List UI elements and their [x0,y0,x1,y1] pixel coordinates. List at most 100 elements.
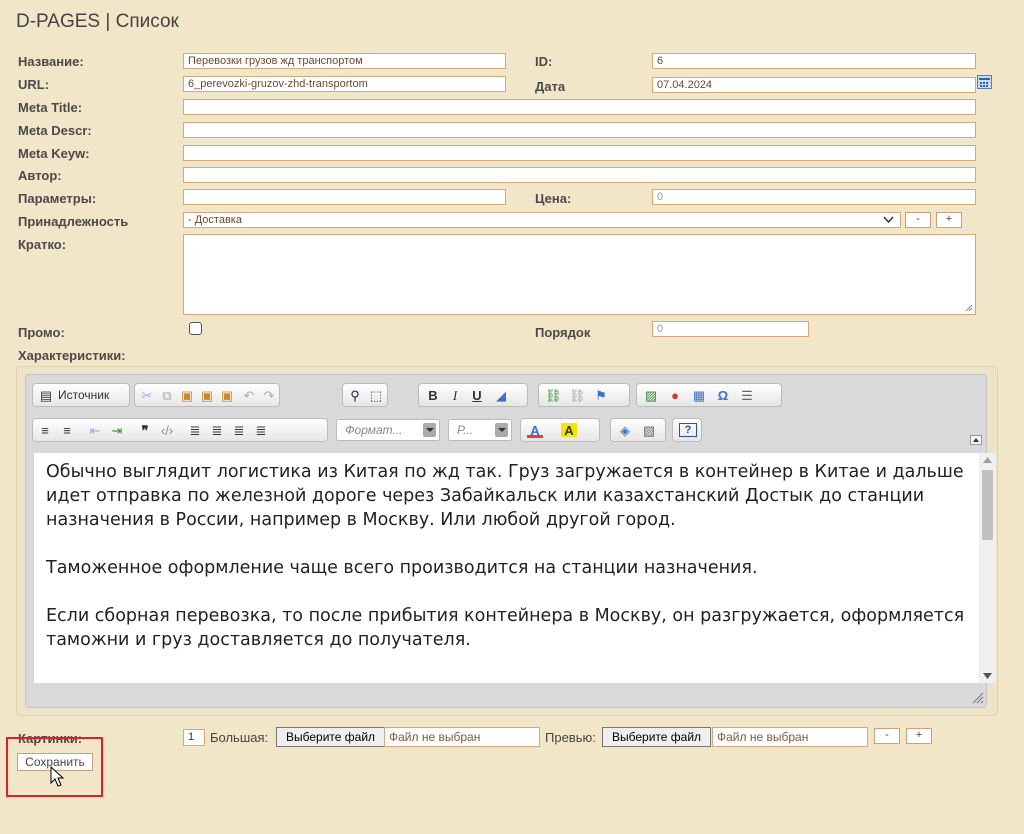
preview-choose-file-button[interactable]: Выберите файл [602,727,712,747]
bold-icon[interactable]: B [425,388,441,404]
special-char-icon[interactable]: Ω [715,388,731,404]
content-paragraph: Таможенное оформление чаще всего произво… [46,558,758,578]
meta-descr-label: Meta Descr: [18,123,92,138]
content-paragraph: Обычно выглядит логистика из Китая по жд… [46,462,964,530]
short-label: Кратко: [18,237,67,252]
unlink-icon[interactable]: ⛓ [569,388,586,404]
font-size-placeholder: Р... [457,423,474,437]
editor-frame: ▤ Источник ✂ ⧉ ▣ ▣ ▣ ↶ ↷ ⚲ ⬚ B I U ◢ ⛓ ⛓… [25,374,996,708]
editor-scrollbar[interactable] [979,453,996,683]
calendar-icon[interactable] [977,75,992,89]
belong-label: Принадлежность [18,214,129,229]
remove-format-icon[interactable]: ◢ [493,388,509,404]
name-input[interactable]: Перевозки грузов жд транспортом [183,53,506,69]
source-button[interactable]: ▤ Источник [32,383,130,407]
source-icon: ▤ [39,388,53,403]
content-paragraph: Если сборная перевозка, то после прибыти… [46,606,965,650]
text-color-icon[interactable]: A [527,423,543,438]
scroll-up-icon[interactable] [983,457,992,463]
format-dropdown-icon [423,423,436,437]
short-textarea[interactable] [183,234,976,315]
meta-descr-input[interactable] [183,122,976,138]
params-input[interactable] [183,189,506,205]
page-break-icon[interactable]: ☰ [739,388,755,404]
page-title: D-PAGES | Список [16,11,179,32]
paragraph-group: ≡ ≡ ⇤ ⇥ ❞ ‹/› ≣ ≣ ≣ ≣ [32,418,328,442]
belong-value: - Доставка [188,214,242,226]
link-icon[interactable]: ⛓ [545,388,562,404]
tools-group: ◈ ▧ [610,418,666,442]
editor-content[interactable]: Обычно выглядит логистика из Китая по жд… [34,453,979,683]
maximize-icon[interactable]: ◈ [617,423,633,439]
scrollbar-thumb[interactable] [982,470,993,540]
div-container-icon[interactable]: ‹/› [159,423,175,439]
url-input[interactable]: 6_perevozki-gruzov-zhd-transportom [183,76,506,92]
select-all-icon[interactable]: ⬚ [368,388,384,404]
insert-group: ▨ ● ▦ Ω ☰ [636,383,782,407]
format-combo[interactable]: Формат... [336,419,440,441]
scroll-down-icon[interactable] [983,673,992,679]
collapse-toolbar-icon[interactable] [970,435,982,445]
editor-resize-icon[interactable] [972,692,984,704]
table-icon[interactable]: ▦ [691,388,707,404]
align-center-icon[interactable]: ≣ [209,423,225,439]
belong-select[interactable]: - Доставка [183,212,901,228]
params-label: Параметры: [18,191,97,206]
order-input[interactable]: 0 [652,321,809,337]
basic-style-group: B I U ◢ [418,383,528,407]
meta-keyw-input[interactable] [183,145,976,161]
url-label: URL: [18,77,50,92]
paste-text-icon[interactable]: ▣ [199,388,215,404]
images-count-input[interactable]: 1 [183,729,205,746]
color-group: A A [520,418,600,442]
underline-icon[interactable]: U [469,388,485,404]
large-image-label: Большая: [210,730,269,745]
find-icon[interactable]: ⚲ [347,388,363,404]
belong-plus-button[interactable]: + [936,212,962,228]
anchor-icon[interactable]: ⚑ [593,388,609,404]
help-icon[interactable]: ? [679,423,697,437]
outdent-icon[interactable]: ⇤ [87,423,103,439]
paste-icon[interactable]: ▣ [179,388,195,404]
cut-icon[interactable]: ✂ [139,388,155,404]
clipboard-group: ✂ ⧉ ▣ ▣ ▣ ↶ ↷ [134,383,280,407]
font-size-dropdown-icon [495,423,508,437]
resize-handle-icon [965,304,973,312]
belong-minus-button[interactable]: - [905,212,931,228]
undo-icon[interactable]: ↶ [241,388,257,404]
meta-keyw-label: Meta Keyw: [18,146,90,161]
flash-icon[interactable]: ● [667,388,683,404]
large-choose-file-button[interactable]: Выберите файл [276,727,386,747]
promo-checkbox[interactable] [189,322,202,335]
author-input[interactable] [183,167,976,183]
id-input[interactable]: 6 [652,53,976,69]
redo-icon[interactable]: ↷ [261,388,277,404]
order-label: Порядок [535,325,591,340]
promo-label: Промо: [18,325,65,340]
images-minus-button[interactable]: - [874,728,900,744]
numbered-list-icon[interactable]: ≡ [37,423,53,439]
italic-icon[interactable]: I [447,388,463,404]
indent-icon[interactable]: ⇥ [109,423,125,439]
font-size-combo[interactable]: Р... [448,419,512,441]
bulleted-list-icon[interactable]: ≡ [59,423,75,439]
preview-image-label: Превью: [545,730,596,745]
images-plus-button[interactable]: + [906,728,932,744]
align-left-icon[interactable]: ≣ [187,423,203,439]
paste-word-icon[interactable]: ▣ [219,388,235,404]
copy-icon[interactable]: ⧉ [159,388,175,404]
preview-file-name: Файл не выбран [712,727,868,747]
price-input[interactable]: 0 [652,189,976,205]
align-right-icon[interactable]: ≣ [231,423,247,439]
date-input[interactable]: 07.04.2024 [652,77,976,93]
link-group: ⛓ ⛓ ⚑ [538,383,630,407]
justify-icon[interactable]: ≣ [253,423,269,439]
image-icon[interactable]: ▨ [643,388,659,404]
id-label: ID: [535,54,553,69]
show-blocks-icon[interactable]: ▧ [641,423,657,439]
meta-title-input[interactable] [183,99,976,115]
date-label: Дата [535,79,566,94]
features-label: Характеристики: [18,348,126,363]
blockquote-icon[interactable]: ❞ [137,423,153,439]
bg-color-icon[interactable]: A [561,423,577,438]
